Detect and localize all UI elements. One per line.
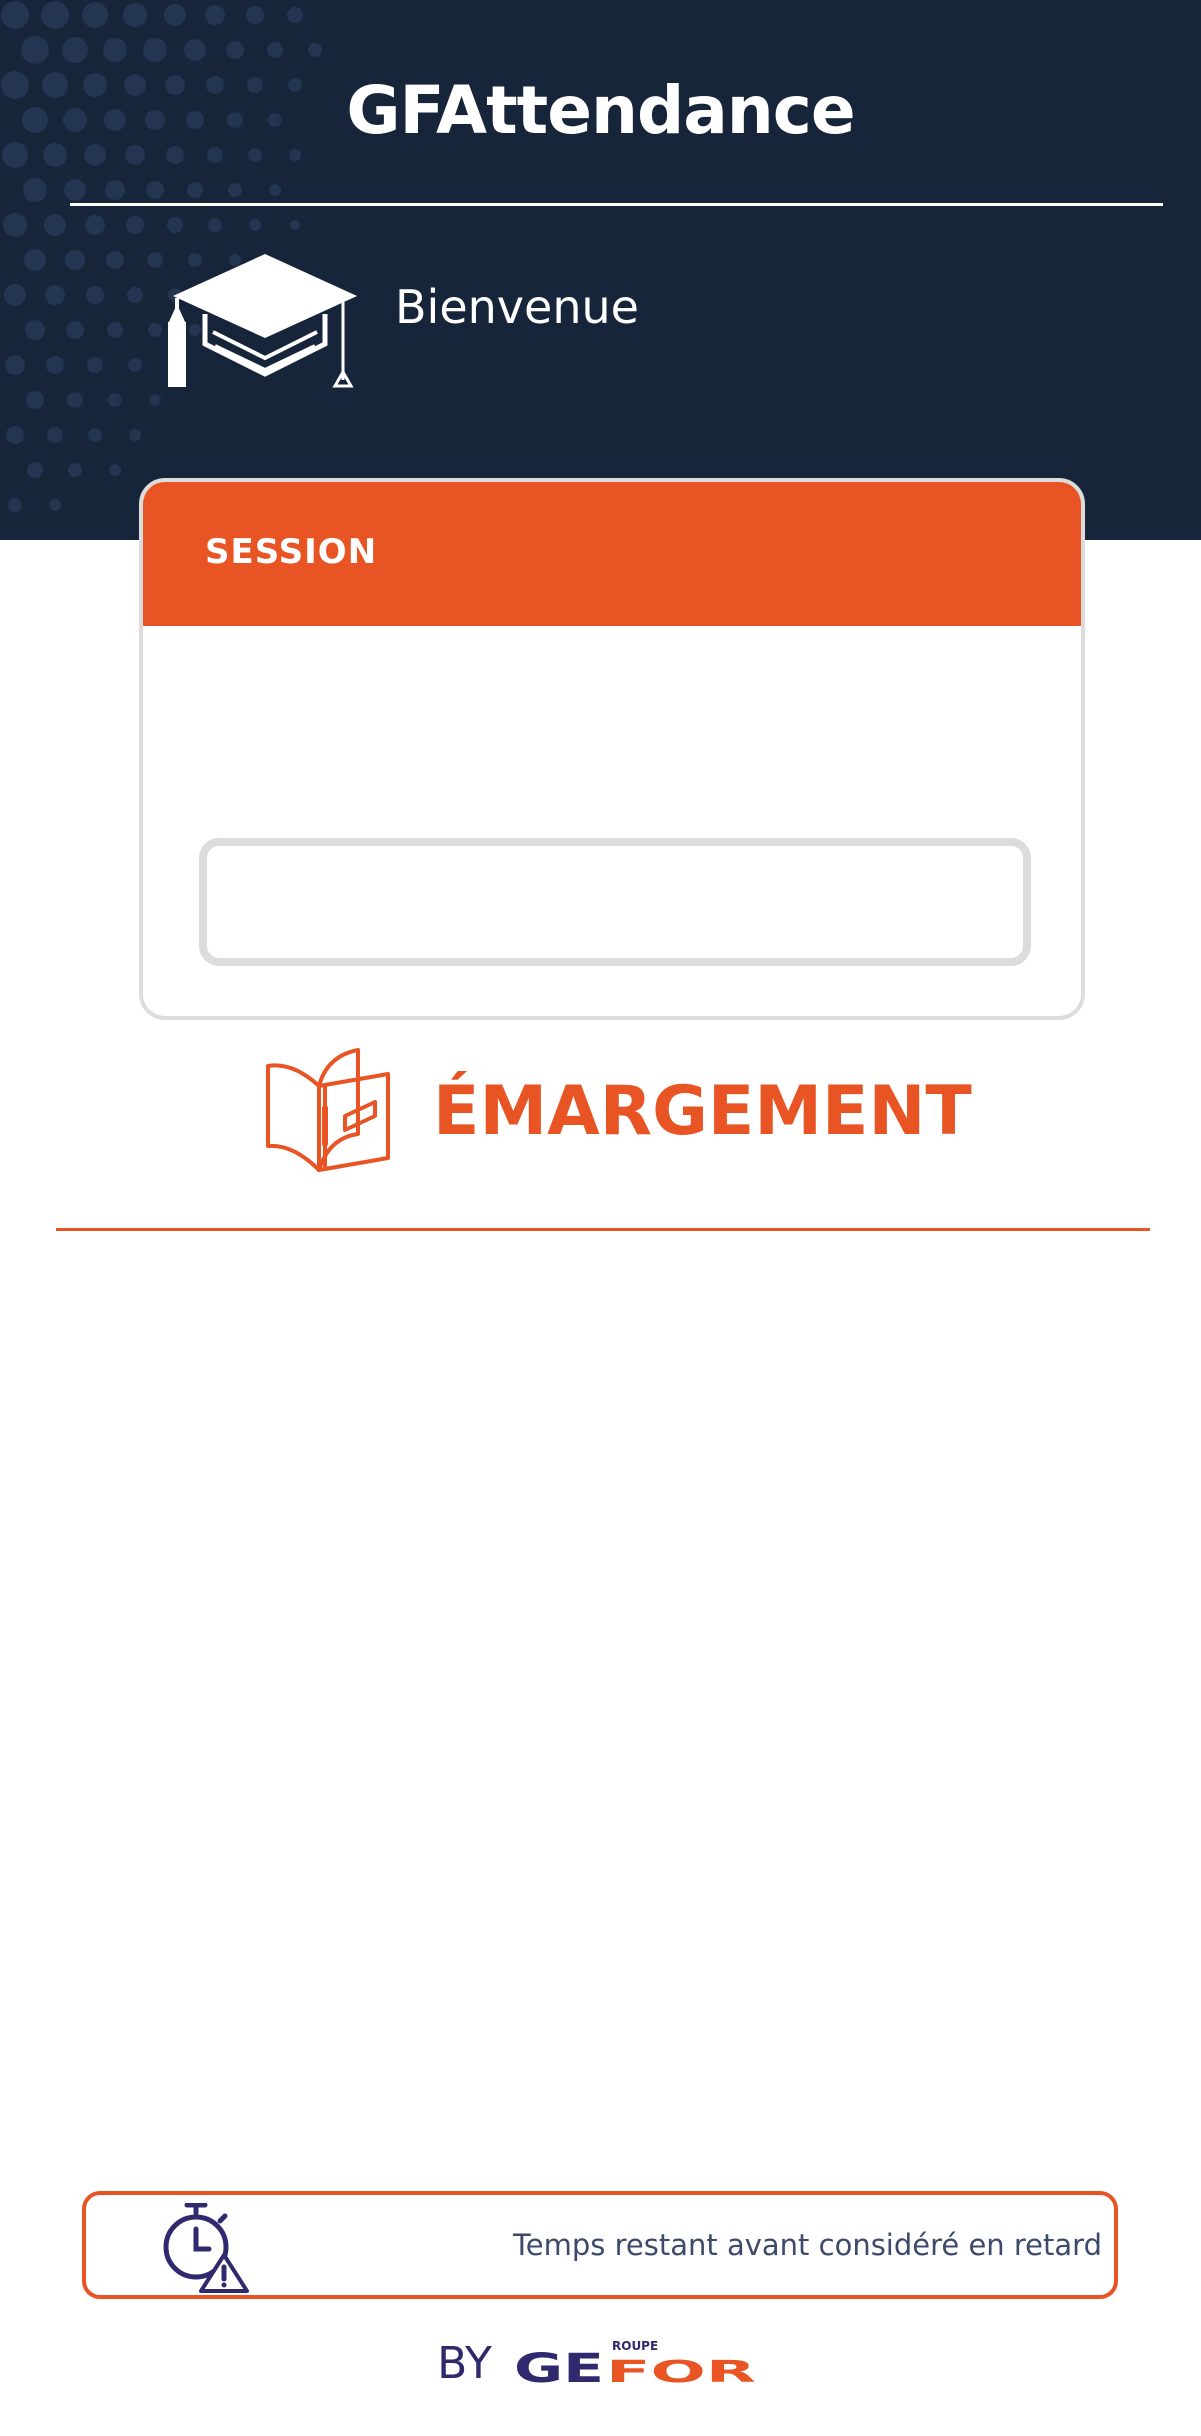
session-card-header: SESSION — [143, 482, 1081, 626]
app-title: GFAttendance — [346, 72, 855, 149]
by-label: BY — [437, 2337, 492, 2389]
late-warning-text: Temps restant avant considéré en retard — [513, 2228, 1102, 2262]
header: GFAttendance Bienvenue — [0, 0, 1201, 540]
emargement-divider — [56, 1228, 1150, 1231]
logo-small-text: ROUPE — [612, 2339, 658, 2353]
late-warning-banner: Temps restant avant considéré en retard — [82, 2191, 1118, 2299]
groupe-gefor-logo: ROUPE GE FOR — [514, 2339, 756, 2388]
emargement-label: ÉMARGEMENT — [433, 1071, 972, 1151]
session-label: SESSION — [205, 532, 378, 572]
footer: BY ROUPE GE FOR — [0, 2328, 1201, 2398]
logo-main-text-2: FOR — [606, 2355, 756, 2388]
logo-main-text-1: GE — [514, 2346, 604, 2388]
graduation-cap-icon — [168, 254, 357, 388]
stopwatch-warning-icon — [163, 2203, 249, 2293]
emargement-section[interactable]: ÉMARGEMENT — [263, 1046, 972, 1176]
welcome-text: Bienvenue — [395, 280, 639, 334]
app-screen: GFAttendance Bienvenue SESSION ÉMARGEMEN… — [0, 0, 1201, 2436]
open-book-icon — [266, 1048, 390, 1172]
title-divider — [70, 203, 1163, 206]
session-input[interactable] — [199, 838, 1031, 966]
session-card: SESSION — [139, 478, 1085, 1020]
